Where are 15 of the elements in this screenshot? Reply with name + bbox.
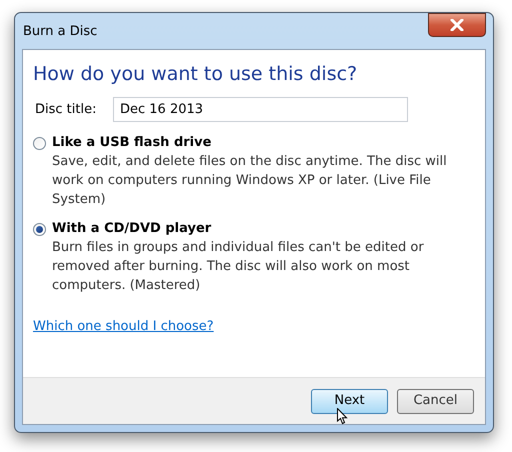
dialog-button[interactable]: Next bbox=[311, 388, 388, 414]
window-title: Burn a Disc bbox=[22, 23, 98, 42]
disc-title-label: Disc title: bbox=[35, 100, 98, 119]
disc-title-field[interactable]: Dec 16 2013 bbox=[113, 97, 408, 122]
option-description: Burn files in groups and individual files can't be edited or removed after burning. The disc will also work on most computers. (Mastered) bbox=[52, 239, 425, 295]
option-label[interactable]: With a CD/DVD player bbox=[52, 220, 472, 238]
close-button[interactable] bbox=[428, 13, 486, 37]
dialog-button[interactable]: Cancel bbox=[397, 388, 474, 414]
option-description: Save, edit, and delete files on the disc anytime. The disc will work on computers running Windows XP or later. (Live File System) bbox=[52, 153, 448, 209]
radio-button[interactable] bbox=[33, 137, 46, 150]
radio-button[interactable] bbox=[33, 223, 46, 236]
close-icon bbox=[450, 19, 464, 31]
help-link[interactable]: Which one should I choose? bbox=[33, 317, 214, 336]
dialog-heading: How do you want to use this disc? bbox=[33, 62, 358, 86]
option-label[interactable]: Like a USB flash drive bbox=[52, 134, 472, 152]
